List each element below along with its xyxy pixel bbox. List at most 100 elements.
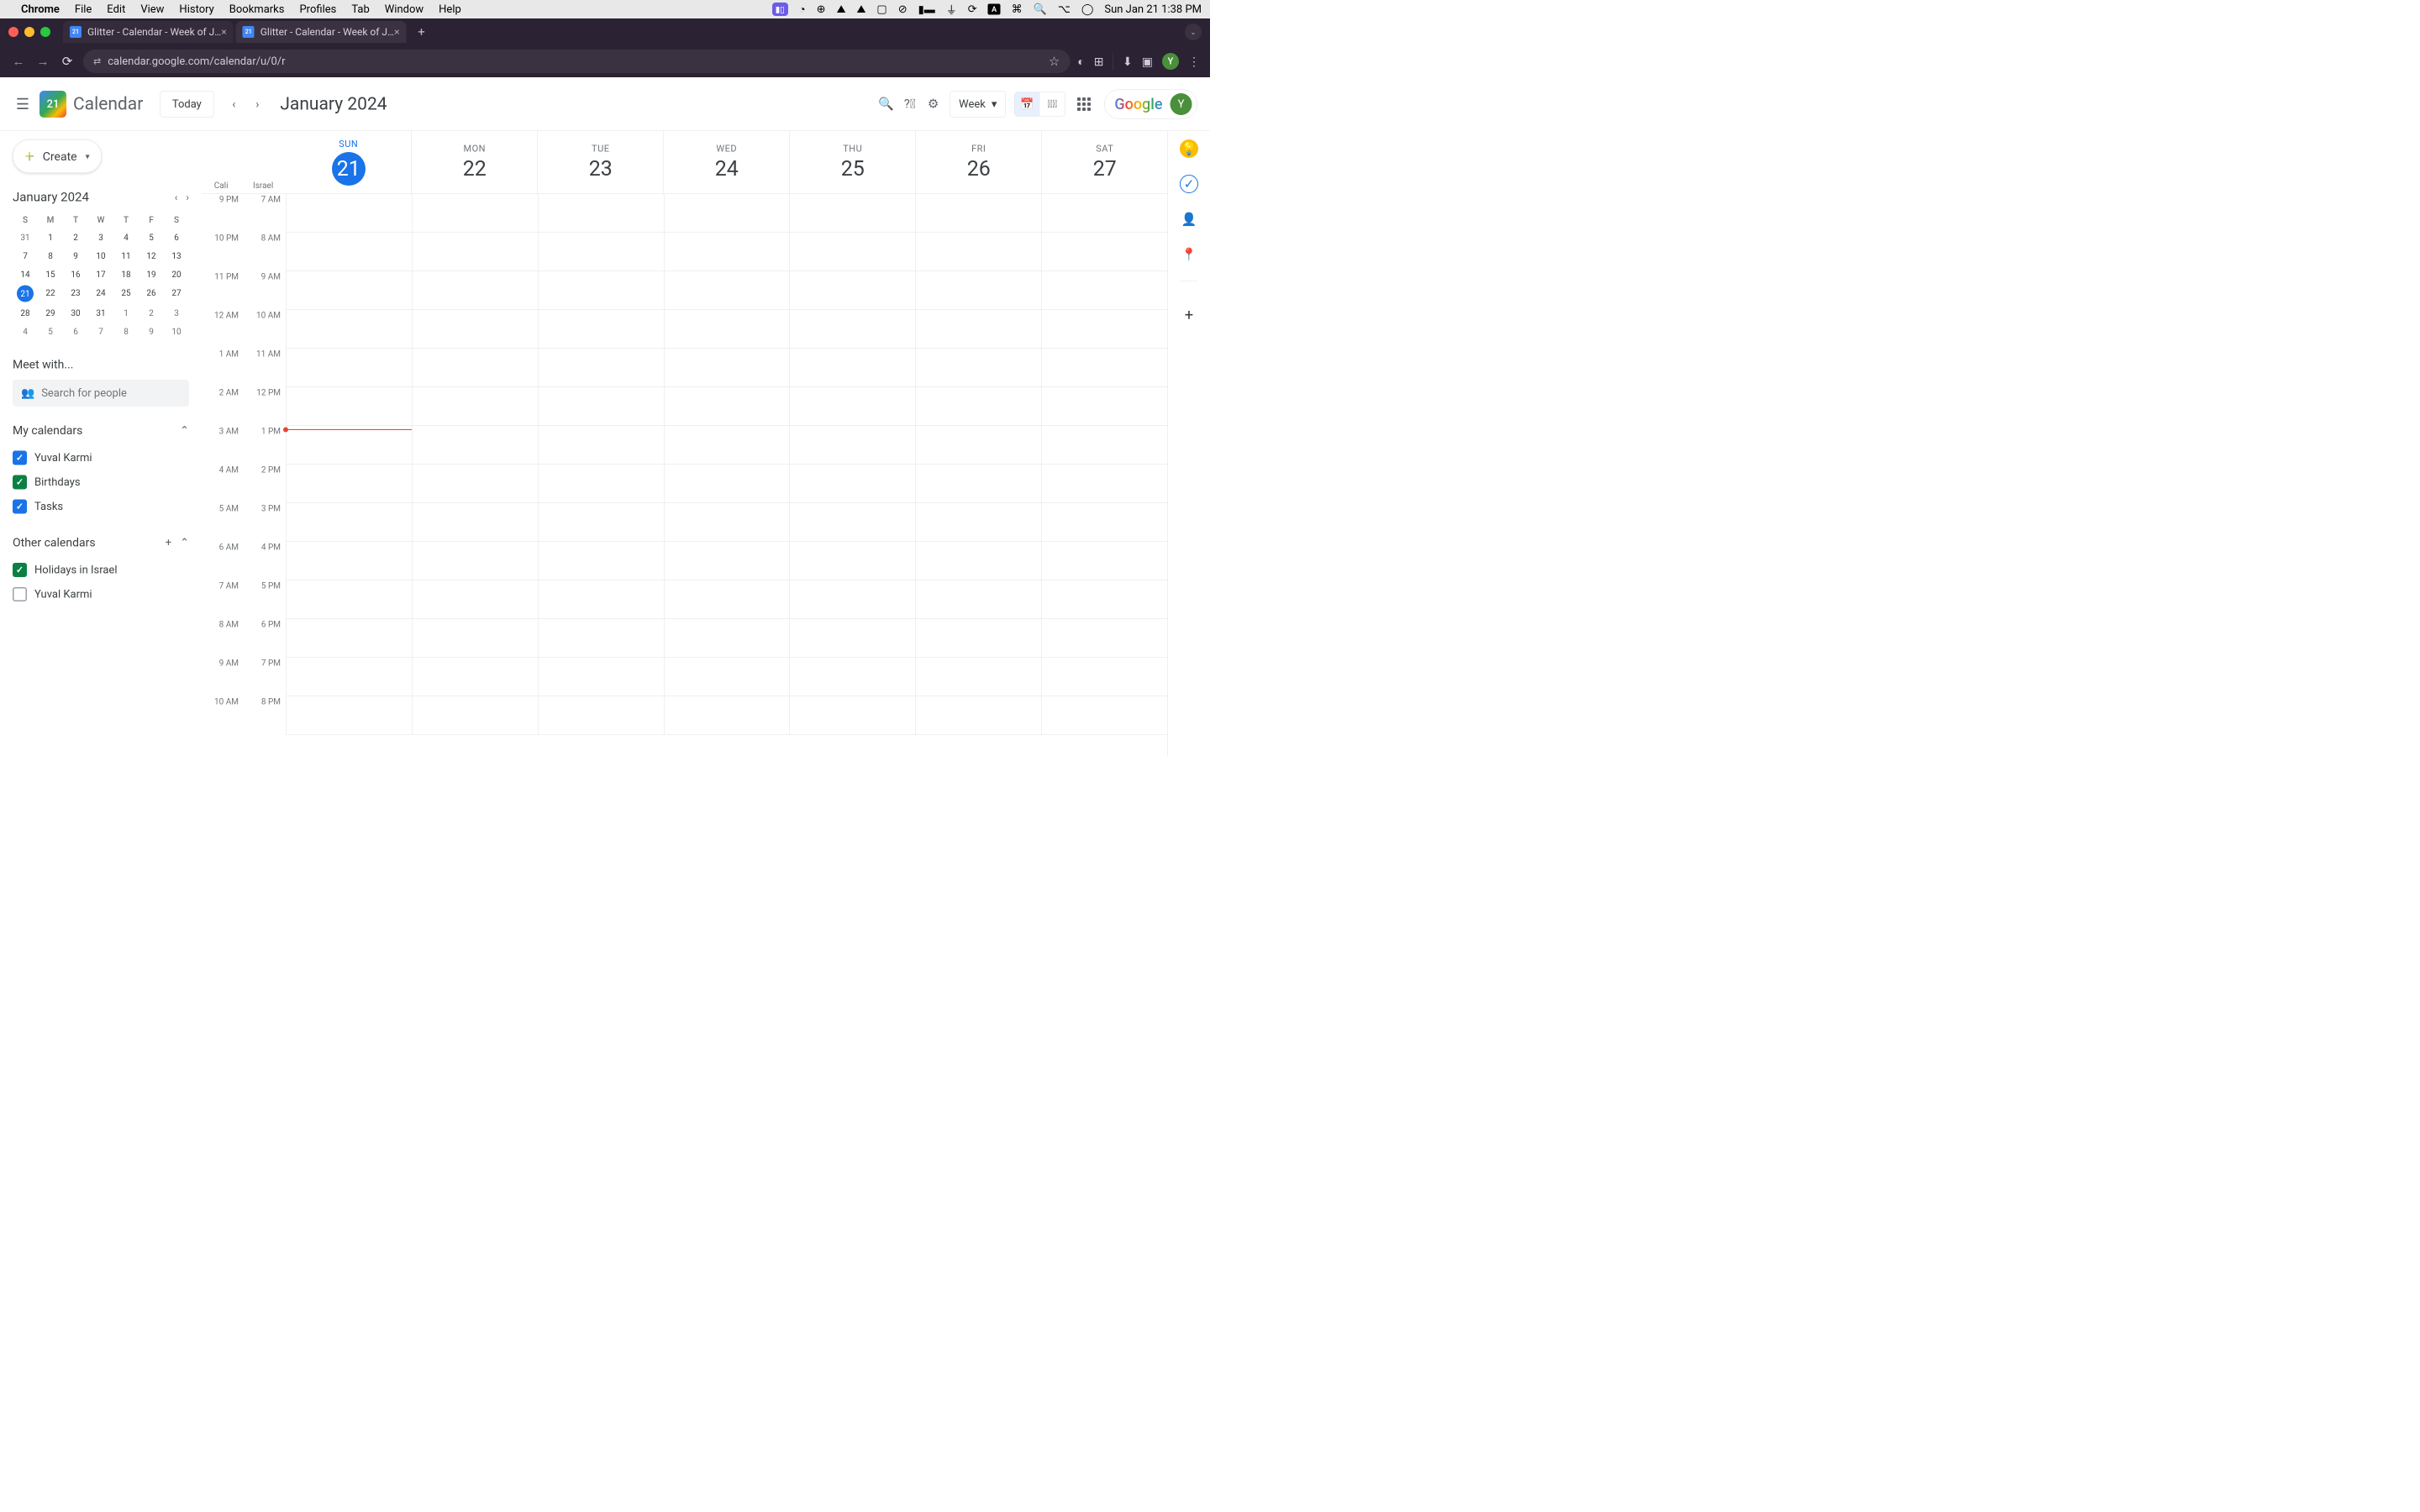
tray-icon[interactable]: ⛰ xyxy=(856,3,865,16)
mini-day[interactable]: 14 xyxy=(13,265,38,284)
hour-cell[interactable] xyxy=(790,387,915,426)
mini-day[interactable]: 1 xyxy=(113,304,139,323)
hour-cell[interactable] xyxy=(538,503,663,542)
hour-cell[interactable] xyxy=(287,194,412,233)
mini-day[interactable]: 25 xyxy=(113,284,139,304)
mini-day[interactable]: 3 xyxy=(88,228,113,247)
hour-cell[interactable] xyxy=(664,387,789,426)
hour-cell[interactable] xyxy=(538,426,663,465)
hour-cell[interactable] xyxy=(538,696,663,735)
hour-cell[interactable] xyxy=(287,696,412,735)
mini-day[interactable]: 24 xyxy=(88,284,113,304)
help-button[interactable]: ?⃝ xyxy=(900,94,920,114)
minimize-window-button[interactable] xyxy=(24,27,34,37)
mini-day[interactable]: 11 xyxy=(113,247,139,265)
tab-1[interactable]: 21 Glitter - Calendar - Week of J… × xyxy=(236,21,407,43)
mini-day[interactable]: 10 xyxy=(164,323,189,341)
hour-cell[interactable] xyxy=(287,542,412,580)
mini-day[interactable]: 19 xyxy=(139,265,164,284)
hour-cell[interactable] xyxy=(916,696,1041,735)
mini-day[interactable]: 15 xyxy=(38,265,63,284)
tab-search-button[interactable]: ⌄ xyxy=(1185,24,1202,40)
keep-icon[interactable]: 💡 xyxy=(1180,139,1198,158)
extension-icon[interactable]: ◐ xyxy=(1077,55,1084,69)
menu-profiles[interactable]: Profiles xyxy=(299,3,336,16)
bookmark-icon[interactable]: ☆ xyxy=(1049,54,1060,69)
hour-cell[interactable] xyxy=(664,696,789,735)
tab-close-icon[interactable]: × xyxy=(221,26,226,38)
calendar-item[interactable]: Birthdays xyxy=(13,470,189,495)
hour-cell[interactable] xyxy=(412,465,537,503)
hour-cell[interactable] xyxy=(916,233,1041,271)
tasks-icon[interactable]: ✓ xyxy=(1180,175,1198,193)
day-column[interactable] xyxy=(790,194,916,735)
mini-day[interactable]: 9 xyxy=(139,323,164,341)
checkbox[interactable] xyxy=(13,500,27,514)
hour-cell[interactable] xyxy=(538,619,663,658)
hour-cell[interactable] xyxy=(538,658,663,696)
mini-next-button[interactable]: › xyxy=(186,192,189,203)
calendar-item[interactable]: Holidays in Israel xyxy=(13,558,189,582)
day-header[interactable]: FRI26 xyxy=(916,131,1042,194)
collapse-icon[interactable]: ⌃ xyxy=(180,424,189,437)
hour-cell[interactable] xyxy=(790,580,915,619)
hour-cell[interactable] xyxy=(790,619,915,658)
hour-cell[interactable] xyxy=(664,194,789,233)
hour-cell[interactable] xyxy=(538,310,663,349)
hour-cell[interactable] xyxy=(790,426,915,465)
add-addon-button[interactable]: + xyxy=(1185,307,1193,324)
today-button[interactable]: Today xyxy=(160,91,213,118)
search-people-input[interactable] xyxy=(41,387,182,400)
next-week-button[interactable]: › xyxy=(247,94,267,114)
extensions-button[interactable]: ⊞ xyxy=(1094,55,1104,69)
checkbox[interactable] xyxy=(13,563,27,577)
menu-view[interactable]: View xyxy=(140,3,164,16)
day-column[interactable] xyxy=(538,194,664,735)
hour-cell[interactable] xyxy=(1042,658,1167,696)
mini-day[interactable]: 30 xyxy=(63,304,88,323)
calendar-item[interactable]: Tasks xyxy=(13,495,189,519)
mini-day[interactable]: 10 xyxy=(88,247,113,265)
day-column[interactable] xyxy=(916,194,1042,735)
sidepanel-button[interactable]: ▣ xyxy=(1142,55,1153,69)
hour-cell[interactable] xyxy=(790,233,915,271)
mini-day[interactable]: 7 xyxy=(88,323,113,341)
mini-prev-button[interactable]: ‹ xyxy=(175,192,178,203)
hour-cell[interactable] xyxy=(664,503,789,542)
mini-day[interactable]: 13 xyxy=(164,247,189,265)
day-header[interactable]: SAT27 xyxy=(1042,131,1168,194)
menu-history[interactable]: History xyxy=(179,3,213,16)
settings-button[interactable]: ⚙ xyxy=(923,94,944,114)
tray-wifi-icon[interactable]: ⏚ xyxy=(946,2,957,18)
menu-window[interactable]: Window xyxy=(385,3,424,16)
hour-cell[interactable] xyxy=(916,271,1041,310)
day-header[interactable]: WED24 xyxy=(664,131,790,194)
mini-day[interactable]: 5 xyxy=(139,228,164,247)
tab-close-icon[interactable]: × xyxy=(394,26,399,38)
hour-cell[interactable] xyxy=(790,194,915,233)
downloads-button[interactable]: ⬇ xyxy=(1123,55,1133,69)
hour-cell[interactable] xyxy=(412,658,537,696)
mini-day[interactable]: 29 xyxy=(38,304,63,323)
prev-week-button[interactable]: ‹ xyxy=(224,94,244,114)
menu-bookmarks[interactable]: Bookmarks xyxy=(229,3,285,16)
tray-bluetooth-icon[interactable]: ⌘ xyxy=(1012,3,1023,16)
calendar-item[interactable]: Yuval Karmi xyxy=(13,446,189,470)
mini-day[interactable]: 27 xyxy=(164,284,189,304)
hour-cell[interactable] xyxy=(287,580,412,619)
hour-cell[interactable] xyxy=(412,696,537,735)
mini-day[interactable]: 2 xyxy=(139,304,164,323)
week-grid[interactable]: 9 PM10 PM11 PM12 AM1 AM2 AM3 AM4 AM5 AM6… xyxy=(202,194,1168,756)
menu-app[interactable]: Chrome xyxy=(21,3,60,16)
create-button[interactable]: + Create ▾ xyxy=(13,139,102,173)
mini-day[interactable]: 12 xyxy=(139,247,164,265)
mini-day[interactable]: 5 xyxy=(38,323,63,341)
hour-cell[interactable] xyxy=(790,465,915,503)
day-header[interactable]: TUE23 xyxy=(538,131,664,194)
hour-cell[interactable] xyxy=(1042,426,1167,465)
hour-cell[interactable] xyxy=(287,465,412,503)
hour-cell[interactable] xyxy=(664,426,789,465)
mini-day[interactable]: 31 xyxy=(13,228,38,247)
contacts-icon[interactable]: 👤 xyxy=(1180,210,1198,228)
hour-cell[interactable] xyxy=(412,271,537,310)
